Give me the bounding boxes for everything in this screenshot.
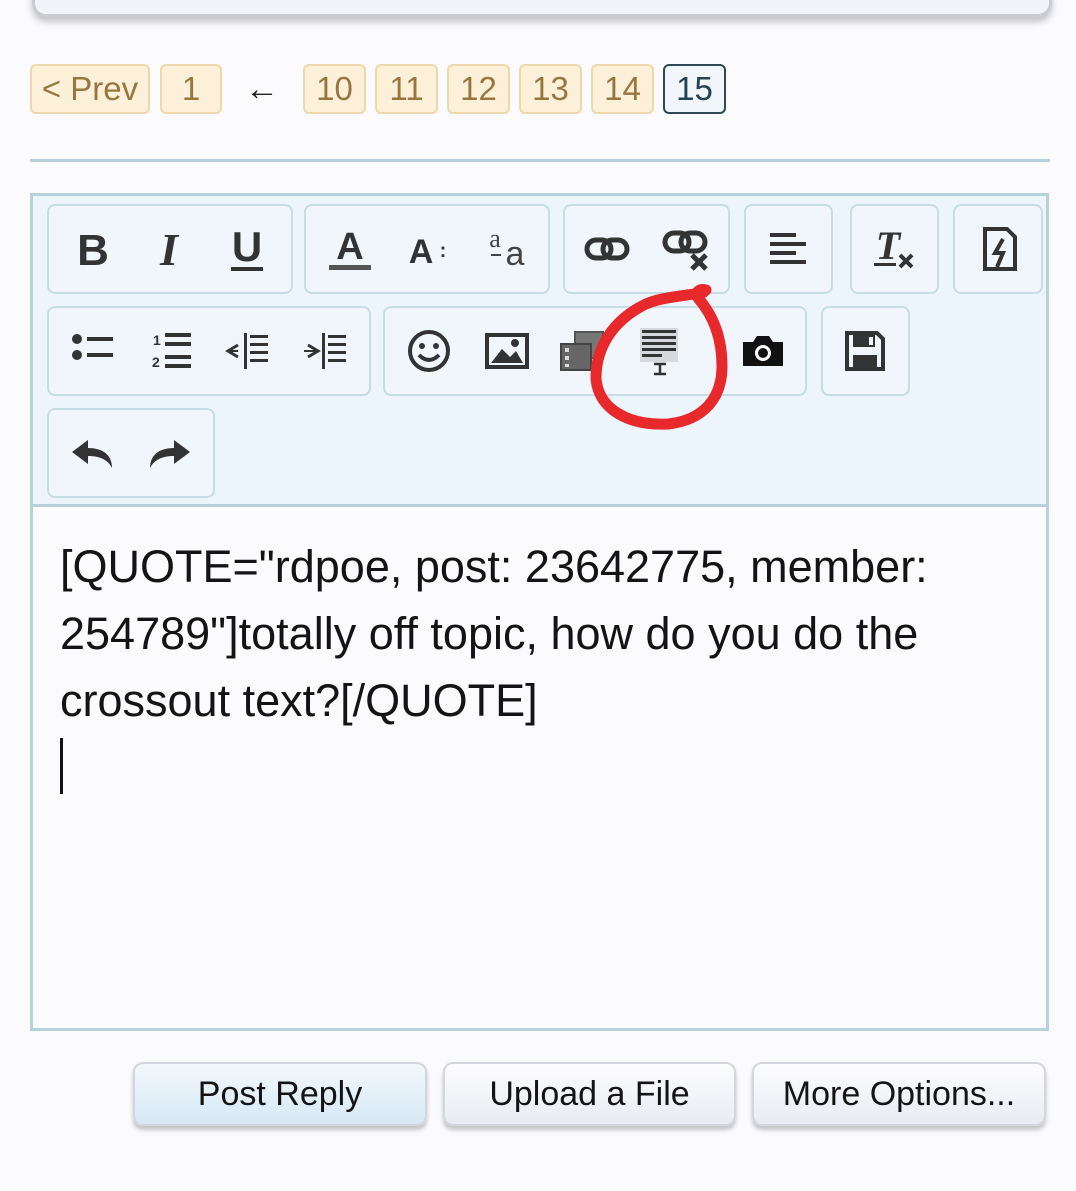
post-reply-button[interactable]: Post Reply bbox=[133, 1062, 427, 1126]
numbered-list-icon[interactable]: 12 bbox=[133, 308, 209, 394]
media-icon[interactable] bbox=[545, 308, 621, 394]
page-10-button[interactable]: 10 bbox=[303, 64, 366, 114]
links-group bbox=[563, 204, 730, 294]
bbcode-toggle-icon[interactable] bbox=[960, 206, 1036, 292]
prev-page-button[interactable]: < Prev bbox=[30, 64, 150, 114]
bold-icon[interactable]: B bbox=[55, 206, 131, 292]
indent-icon[interactable] bbox=[287, 308, 363, 394]
svg-text:T: T bbox=[876, 225, 902, 268]
svg-text:a: a bbox=[489, 225, 501, 253]
page-14-button[interactable]: 14 bbox=[591, 64, 654, 114]
italic-icon[interactable]: I bbox=[131, 206, 207, 292]
unlink-icon[interactable] bbox=[649, 206, 725, 292]
page-13-button[interactable]: 13 bbox=[519, 64, 582, 114]
svg-text:B: B bbox=[77, 227, 109, 271]
save-draft-icon[interactable] bbox=[827, 308, 903, 394]
svg-text:I: I bbox=[159, 227, 180, 271]
underline-icon[interactable]: U bbox=[209, 206, 285, 292]
font-size-icon[interactable]: A: bbox=[390, 206, 466, 292]
editor-text-content[interactable]: [QUOTE="rdpoe, post: 23642775, member: 2… bbox=[60, 533, 1020, 734]
page-15-current[interactable]: 15 bbox=[663, 64, 726, 114]
svg-text:a: a bbox=[506, 235, 525, 273]
svg-text:1: 1 bbox=[153, 332, 161, 348]
page-gap-arrow: ← bbox=[245, 70, 279, 108]
svg-text::: : bbox=[440, 240, 447, 262]
font-color-icon[interactable]: A bbox=[312, 206, 388, 292]
history-group bbox=[47, 408, 215, 498]
camera-icon[interactable] bbox=[725, 308, 801, 394]
font-group: A A: aa bbox=[304, 204, 550, 294]
outdent-icon[interactable] bbox=[209, 308, 285, 394]
remove-format-icon[interactable]: T bbox=[856, 206, 932, 292]
drafts-group bbox=[821, 306, 910, 396]
top-panel bbox=[32, 0, 1052, 17]
page-12-button[interactable]: 12 bbox=[447, 64, 510, 114]
rich-text-editor: B I U A A: aa T 1 2 [QUOTE="rdpoe, post:… bbox=[30, 193, 1049, 1031]
upload-file-button[interactable]: Upload a File bbox=[443, 1062, 736, 1126]
page-11-button[interactable]: 11 bbox=[375, 64, 438, 114]
divider bbox=[30, 159, 1050, 162]
more-options-button[interactable]: More Options... bbox=[752, 1062, 1046, 1126]
page-1-button[interactable]: 1 bbox=[160, 64, 222, 114]
undo-icon[interactable] bbox=[55, 410, 131, 496]
svg-text:U: U bbox=[232, 225, 262, 270]
svg-text:2: 2 bbox=[152, 354, 160, 370]
lists-group: 12 bbox=[47, 306, 371, 396]
insert-text-block-icon[interactable] bbox=[621, 308, 697, 394]
smilie-icon[interactable] bbox=[391, 308, 467, 394]
svg-text:A: A bbox=[409, 233, 434, 271]
editor-toolbar: B I U A A: aa T 1 2 bbox=[33, 196, 1046, 507]
font-family-icon[interactable]: aa bbox=[468, 206, 544, 292]
text-style-group: B I U bbox=[47, 204, 293, 294]
svg-text:A: A bbox=[336, 226, 363, 268]
clear-format-group: T bbox=[850, 204, 939, 294]
bullet-list-icon[interactable] bbox=[55, 308, 131, 394]
image-icon[interactable] bbox=[469, 308, 545, 394]
redo-icon[interactable] bbox=[131, 410, 207, 496]
align-group bbox=[744, 204, 833, 294]
text-cursor bbox=[60, 738, 63, 794]
align-icon[interactable] bbox=[750, 206, 826, 292]
insert-group bbox=[383, 306, 807, 396]
link-icon[interactable] bbox=[569, 206, 645, 292]
bbcode-group bbox=[953, 204, 1043, 294]
